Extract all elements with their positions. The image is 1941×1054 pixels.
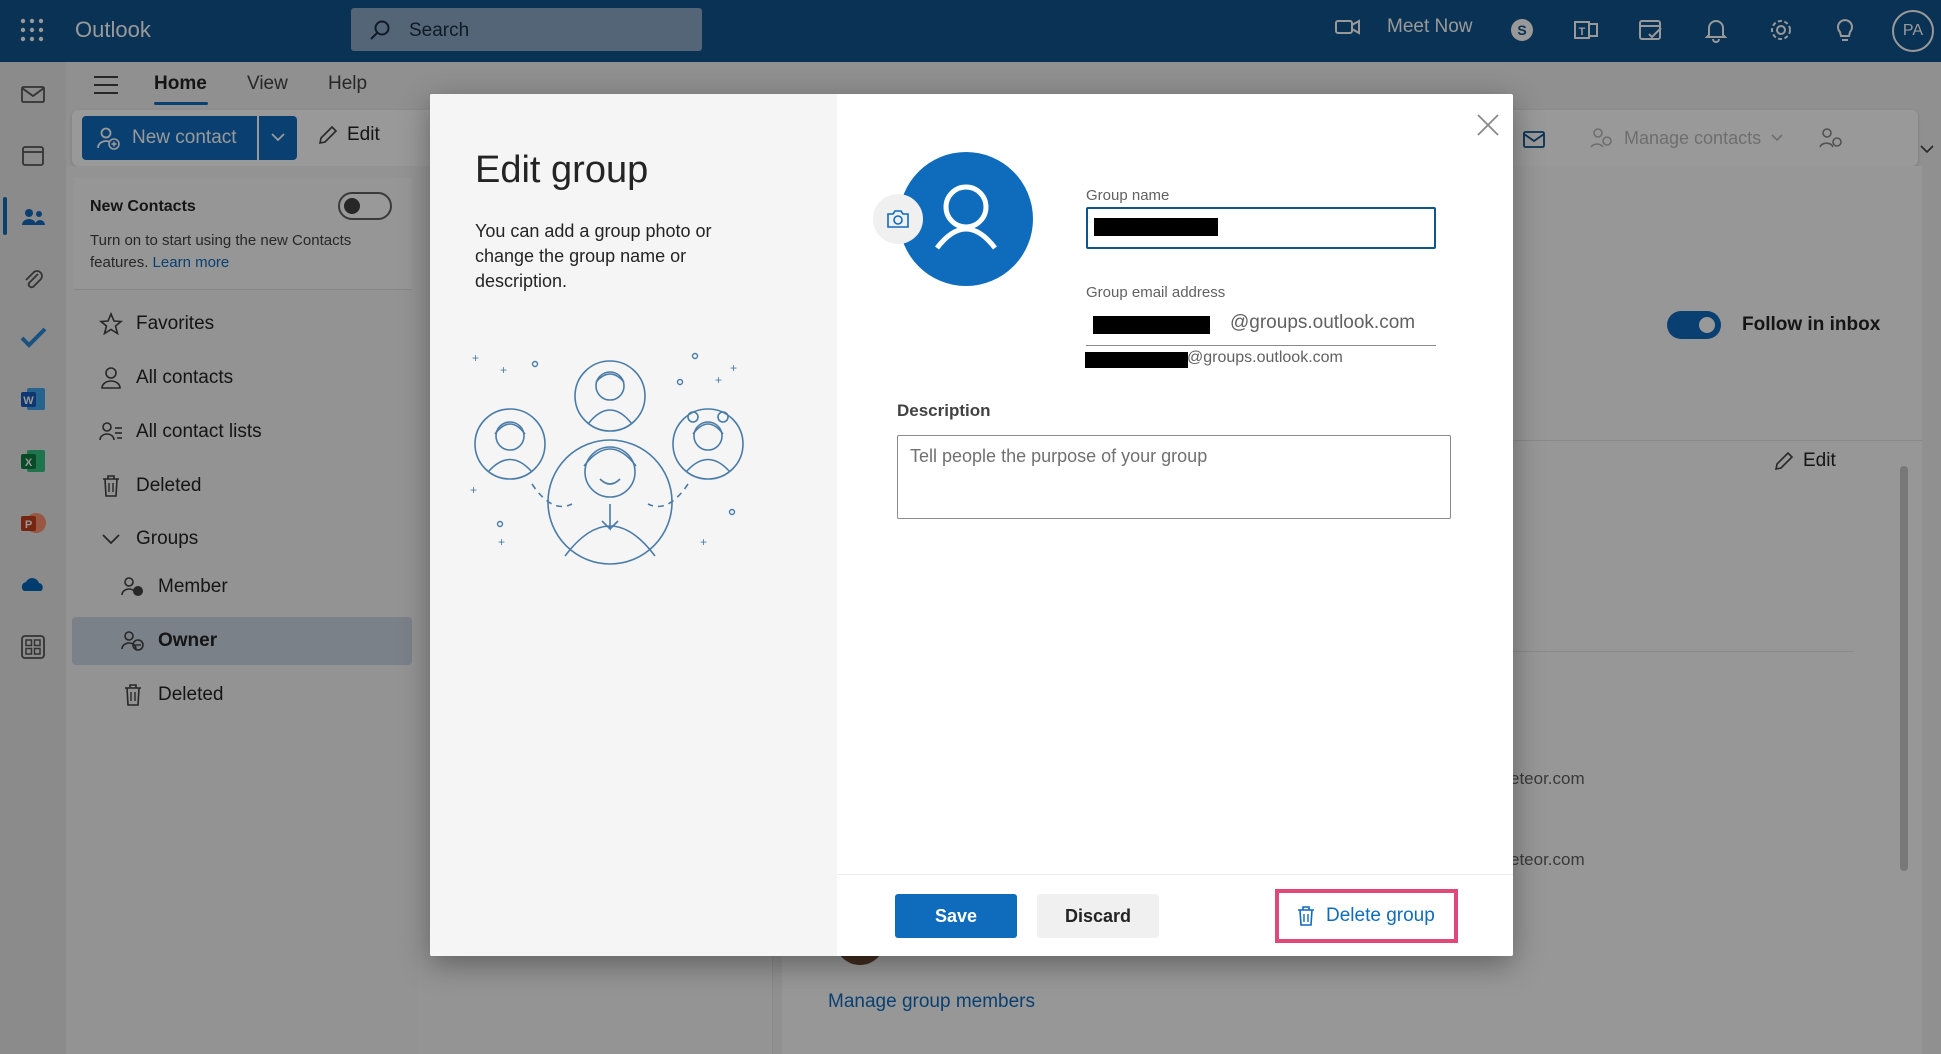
change-photo-button[interactable] (873, 194, 923, 244)
edit-group-dialog: Edit group You can add a group photo or … (430, 94, 1513, 956)
email-preview-domain: @groups.outlook.com (1187, 349, 1343, 366)
svg-text:+: + (700, 535, 707, 549)
delete-group-button[interactable]: Delete group (1280, 894, 1453, 938)
svg-text:+: + (730, 361, 737, 375)
svg-text:+: + (472, 351, 479, 365)
email-domain: @groups.outlook.com (1230, 312, 1416, 333)
group-people-illustration: + + + + + + + (470, 351, 744, 565)
dialog-description: You can add a group photo or change the … (475, 221, 712, 291)
group-name-input[interactable] (1086, 207, 1436, 249)
redacted-email-preview (1085, 352, 1188, 368)
discard-button[interactable]: Discard (1037, 894, 1159, 938)
redacted-email-alias[interactable] (1093, 316, 1210, 334)
close-icon[interactable] (1475, 112, 1501, 138)
svg-text:+: + (498, 535, 505, 549)
group-email-label: Group email address (1086, 284, 1226, 301)
dialog-info-panel: Edit group You can add a group photo or … (430, 94, 837, 956)
delete-group-label: Delete group (1326, 905, 1435, 926)
dialog-title: Edit group (475, 149, 649, 191)
description-input[interactable]: Tell people the purpose of your group (897, 435, 1451, 519)
camera-icon (887, 210, 909, 228)
save-button[interactable]: Save (895, 894, 1017, 938)
email-field-underline (1086, 345, 1436, 346)
redacted-group-name (1094, 218, 1218, 236)
svg-text:+: + (470, 483, 477, 497)
svg-text:+: + (715, 373, 722, 387)
footer-divider (837, 874, 1513, 875)
svg-text:+: + (500, 363, 507, 377)
trash-icon (1298, 906, 1314, 926)
group-name-label: Group name (1086, 187, 1170, 204)
description-label: Description (897, 401, 991, 420)
